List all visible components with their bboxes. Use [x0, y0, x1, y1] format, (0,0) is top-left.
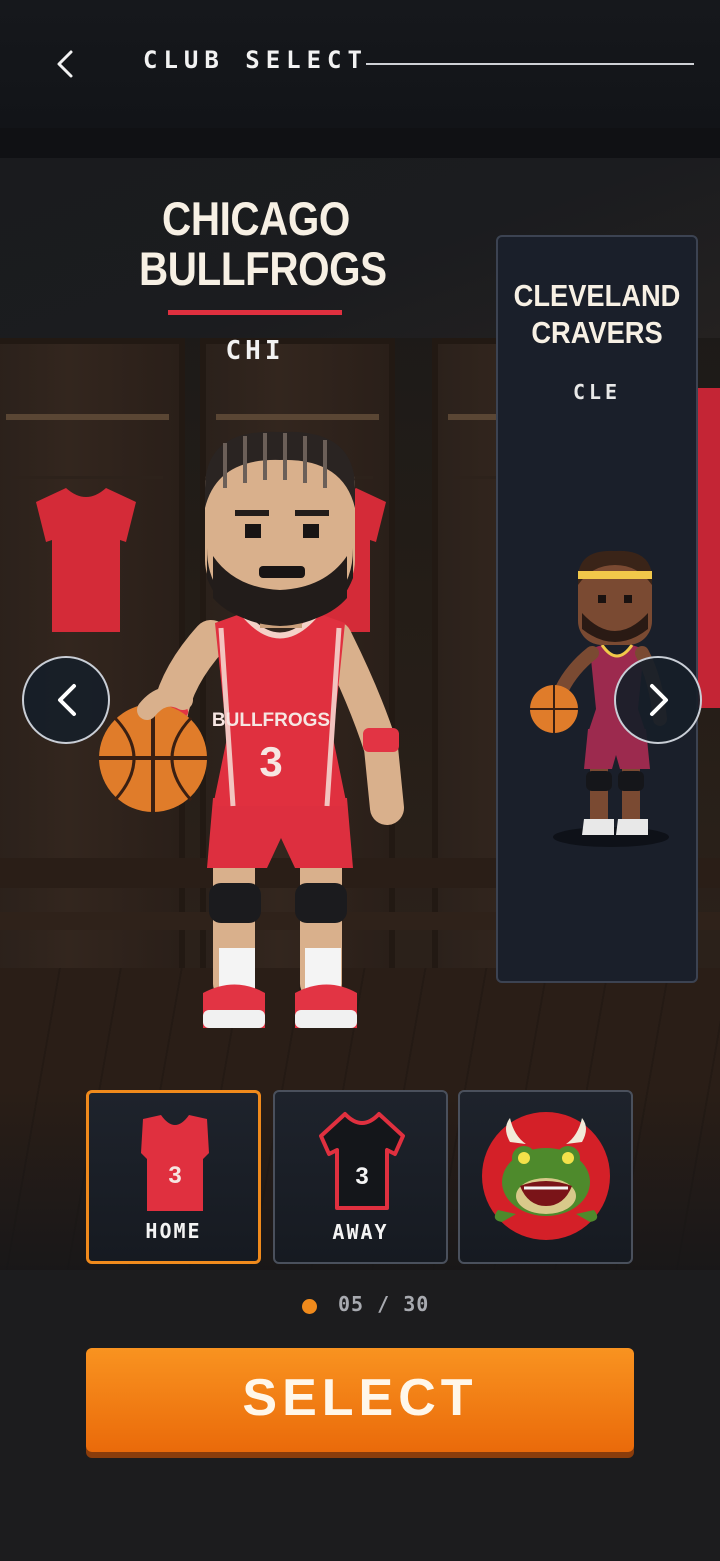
- svg-text:3: 3: [168, 1162, 181, 1189]
- next-team-card[interactable]: CLEVELAND CRAVERS CLE: [496, 235, 698, 983]
- prev-team-button[interactable]: [22, 656, 110, 744]
- back-button[interactable]: [40, 36, 92, 92]
- chevron-left-icon: [58, 684, 76, 716]
- select-button-label: SELECT: [242, 1369, 478, 1427]
- kit-away-option[interactable]: 3 AWAY: [273, 1090, 448, 1264]
- chevron-right-icon: [650, 684, 668, 716]
- team-name: CHICAGO BULLFROGS: [139, 192, 387, 295]
- next-team-name: CLEVELAND CRAVERS: [513, 278, 681, 350]
- top-bar: CLUB SELECT: [0, 0, 720, 128]
- select-button[interactable]: SELECT: [86, 1348, 634, 1452]
- kit-away-label: AWAY: [332, 1220, 389, 1244]
- pager-text: 05 / 30: [338, 1292, 430, 1316]
- next-team-button[interactable]: [614, 656, 702, 744]
- title-divider: [366, 63, 694, 65]
- team-underline: [168, 310, 342, 315]
- svg-text:3: 3: [355, 1163, 368, 1190]
- pager-dot: [302, 1299, 317, 1314]
- jersey-number: 3: [259, 738, 282, 785]
- kit-home-option[interactable]: 3 HOME: [86, 1090, 261, 1264]
- player-avatar: BULLFROGS 3: [99, 431, 404, 1028]
- header-gap: [0, 128, 720, 158]
- home-jersey-icon: 3: [141, 1115, 209, 1211]
- kit-home-label: HOME: [145, 1219, 202, 1243]
- chevron-left-icon: [57, 50, 73, 78]
- next-team-abbreviation: CLE: [572, 380, 622, 404]
- bullfrog-logo: [482, 1112, 610, 1240]
- team-logo-option[interactable]: [458, 1090, 633, 1264]
- page-title: CLUB SELECT: [143, 46, 368, 74]
- team-abbreviation: CHI: [225, 336, 285, 366]
- away-jersey-icon: 3: [319, 1112, 405, 1210]
- jersey-text: BULLFROGS: [212, 710, 330, 731]
